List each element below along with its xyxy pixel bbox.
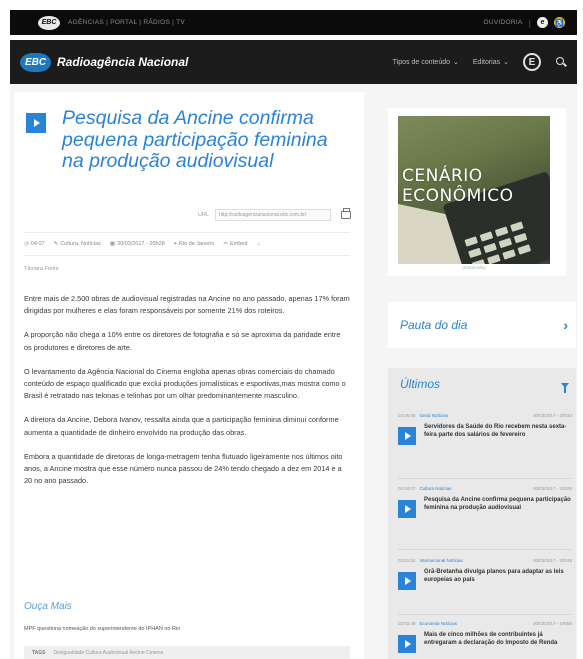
site-brand[interactable]: Radioagência Nacional [57,55,188,69]
news-categories[interactable]: Geral Notícias [420,413,449,418]
chevron-down-icon[interactable]: ⌄ [256,241,261,247]
ultimas-heading: Últimos [400,377,441,391]
ebc-logo[interactable]: EBC [20,52,51,72]
news-time: 03:06:58 [398,413,416,418]
news-time: 03:01:04 [398,558,416,563]
divider: | [528,17,531,28]
news-date: 30/03/2017 - 20h33 [532,413,572,418]
news-categories[interactable]: Internacional Notícias [420,558,463,563]
play-icon [405,432,411,440]
audio-play-button[interactable] [26,113,46,133]
play-icon [34,119,40,127]
news-play-button[interactable] [398,427,416,445]
news-categories[interactable]: Cultura Notícias [420,486,452,491]
paragraph: A diretora da Ancine, Debora Ivanov, res… [24,415,339,437]
news-play-button[interactable] [398,500,416,518]
news-item[interactable]: 03:06:58 Geral Notícias 30/03/2017 - 20h33… [398,413,572,445]
accessibility-icon[interactable]: ♿ [554,17,565,28]
clock-icon: ◷ [24,241,29,247]
menu-tipos-de-conteudo[interactable]: Tipos de conteúdo ⌄ [392,58,459,67]
paragraph: Entre mais de 2.500 obras de audiovisual… [24,294,350,316]
ouvidoria-link[interactable]: OUVIDORIA [483,19,522,26]
pauta-do-dia[interactable]: Pauta do dia › [388,302,576,348]
news-time: 03:02:48 [398,621,416,626]
print-icon[interactable] [341,208,352,219]
play-icon [405,577,411,585]
menu-editorias[interactable]: Editorias ⌄ [472,58,509,67]
chevron-down-icon: ⌄ [453,59,459,66]
author: Tâmara Freire [24,266,59,272]
date: 30/03/2017 - 20h28 [117,241,165,247]
related-link[interactable]: MPF questiona nomeação do superintendent… [24,626,244,633]
divider [398,478,572,479]
play-icon [405,505,411,513]
divider [398,614,572,615]
tags-list[interactable]: Desigualdade Cultura Audiovisual Ancine … [54,650,164,656]
url-field[interactable]: http://radioagencianacional.ebc.com.br/ [215,209,332,221]
search-icon[interactable] [555,56,567,68]
news-play-button[interactable] [398,635,416,653]
embed-button[interactable]: Embed [230,241,247,247]
play-icon [405,640,411,648]
news-title[interactable]: Servidores da Saúde do Rio recebem nesta… [424,423,572,445]
chevron-down-icon: ⌄ [503,59,509,66]
calendar-icon: ▦ [109,241,116,247]
menu-label: Tipos de conteúdo [392,58,451,66]
news-title[interactable]: Mais de cinco milhões de contribuintes j… [424,631,572,653]
ebc-mini-logo[interactable]: EBC [38,15,60,30]
article-meta: ◷ 04:07 ✎ Cultura, Notícias ▦ 30/03/2017… [24,232,350,256]
article-headline: Pesquisa da Ancine confirma pequena part… [62,107,328,172]
url-label: URL [198,212,210,218]
promo-caption: (Foto/Leão) [462,265,486,270]
tag-icon: ✎ [53,241,59,247]
article-body: Entre mais de 2.500 obras de audiovisual… [24,293,350,499]
news-item[interactable]: 03:01:04 Internacional Notícias 30/03/2017… [398,558,572,590]
promo-title: CENÁRIO ECONÔMICO [402,166,514,206]
news-item[interactable]: 03:02:48 Economia Notícias 30/03/2017 - 19… [398,621,572,653]
filter-icon[interactable] [561,383,569,393]
news-item[interactable]: 03:04:07 Cultura Notícias 30/03/2017 - 20h… [398,486,572,518]
top-links[interactable]: AGÊNCIAS | PORTAL | RÁDIOS | TV [68,19,185,26]
ebc-icon[interactable]: e [537,17,548,28]
embed-icon: ✂ [223,241,228,247]
tags-bar: TAGS Desigualdade Cultura Audiovisual An… [24,646,350,659]
paragraph: Embora a quantidade de diretoras de long… [24,451,343,486]
category[interactable]: Cultura, Notícias [60,241,101,247]
news-play-button[interactable] [398,572,416,590]
url-row: URL http://radioagencianacional.ebc.com.… [198,208,352,221]
divider [398,549,572,550]
location-icon: ⌖ [173,240,177,247]
top-bar: EBC AGÊNCIAS | PORTAL | RÁDIOS | TV OUVI… [10,10,577,35]
chevron-right-icon: › [563,317,568,333]
news-date: 30/03/2017 - 19h56 [532,621,572,626]
news-date: 30/03/2017 - 20h19 [532,558,572,563]
news-title[interactable]: Pesquisa da Ancine confirma pequena part… [424,496,572,518]
main-nav: EBC Radioagência Nacional Tipos de conte… [10,40,577,84]
location: Rio de Janeiro [178,241,215,247]
news-time: 03:04:07 [398,486,416,491]
ouca-mais-heading: Ouça Mais [24,601,72,612]
tags-label: TAGS [32,649,46,656]
news-date: 30/03/2017 - 20h28 [532,486,572,491]
menu-label: Editorias [472,58,501,66]
paragraph: A proporção não chega a 10% entre os dir… [24,330,341,352]
news-title[interactable]: Grã-Bretanha divulga planos para adaptar… [424,568,572,590]
paragraph: O levantamento da Agência Nacional do Ci… [24,366,346,401]
e-circle-button[interactable]: E [523,53,541,71]
pauta-label: Pauta do dia [400,318,468,332]
duration: 04:07 [30,241,45,247]
news-categories[interactable]: Economia Notícias [420,621,458,626]
